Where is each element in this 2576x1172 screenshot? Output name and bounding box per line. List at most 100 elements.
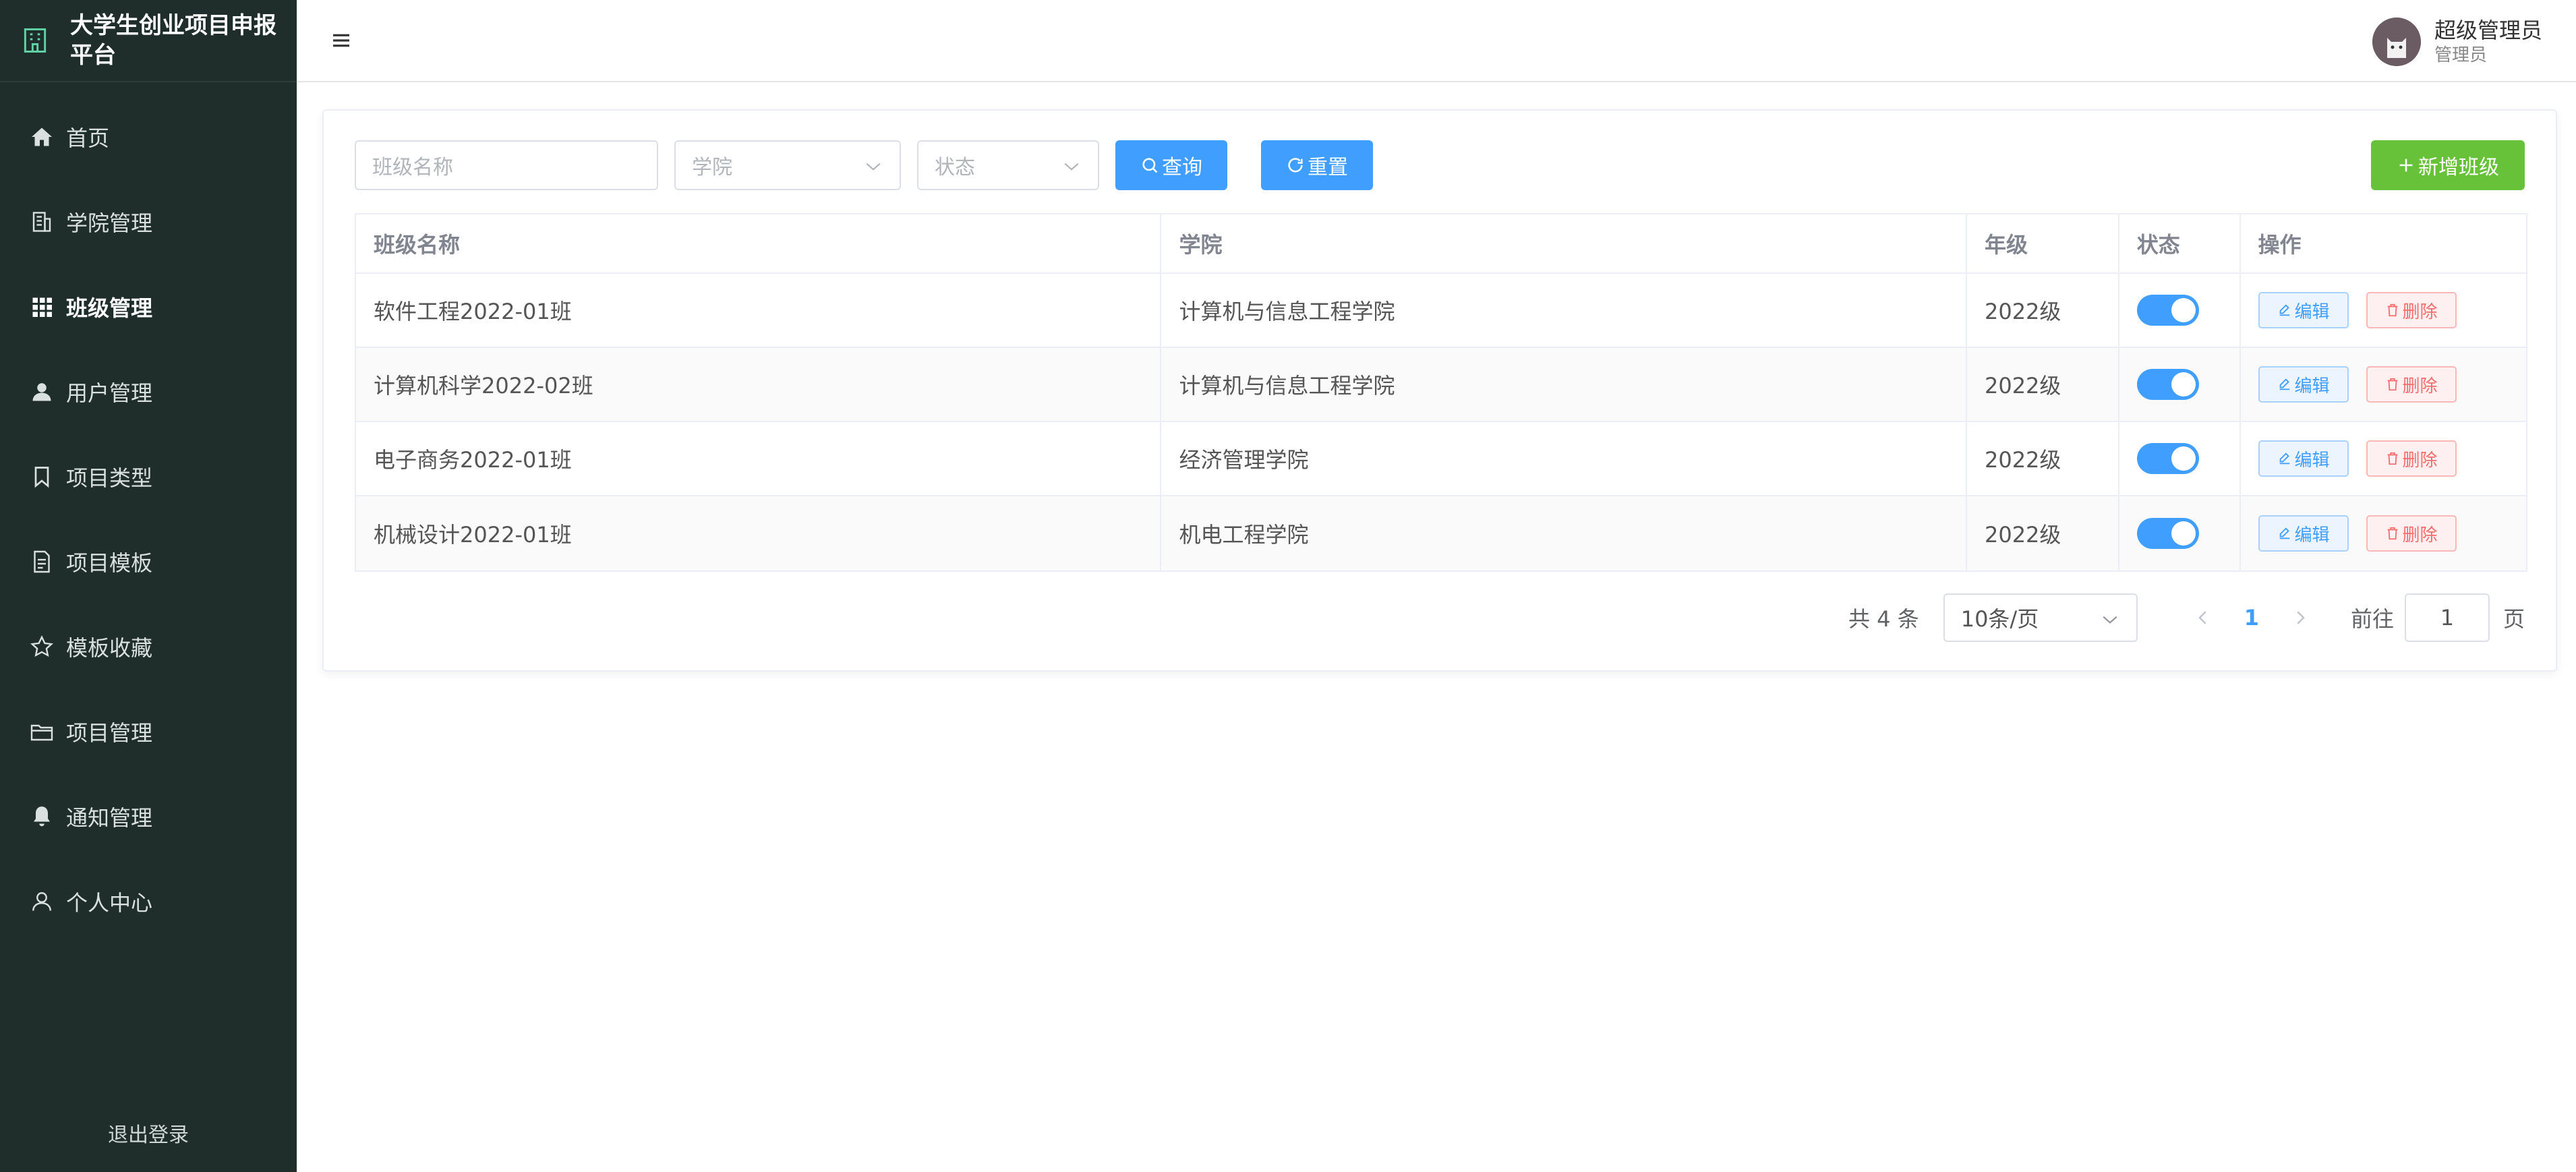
refresh-icon [1288,158,1303,173]
edit-button[interactable]: 编辑 [2258,440,2349,477]
sidebar-item-profile[interactable]: 个人中心 [0,859,297,944]
filter-toolbar: 班级名称 学院 状态 查询 重置 新增班级 [355,140,2525,190]
home-icon [32,127,52,146]
sidebar-item-project-types[interactable]: 项目类型 [0,434,297,519]
edit-icon [2279,527,2289,539]
table-row: 软件工程2022-01班 计算机与信息工程学院 2022级 编辑 删除 [356,274,2526,348]
sidebar-item-label: 项目模板 [66,550,153,576]
query-button[interactable]: 查询 [1115,140,1227,190]
sidebar-item-users[interactable]: 用户管理 [0,349,297,434]
delete-button[interactable]: 删除 [2366,366,2457,403]
app-root: 大学生创业项目申报平台 首页 学院管理 班级管理 用户管理 项目类型 项目模板 … [0,0,2576,1172]
current-page-number[interactable]: 1 [2244,605,2259,631]
bell-icon [34,807,50,827]
column-header-actions: 操作 [2258,232,2302,258]
college-cell: 机电工程学院 [1161,496,1967,570]
edit-button[interactable]: 编辑 [2258,292,2349,328]
status-cell [2119,348,2241,421]
grid-icon [32,297,52,317]
trash-icon [2387,303,2397,317]
status-cell [2119,496,2241,570]
document-icon [34,550,50,573]
table-header: 班级名称 学院 年级 状态 操作 [356,214,2526,274]
user-role: 管理员 [2434,45,2487,65]
chevron-down-icon [1064,163,1079,171]
query-button-label: 查询 [1162,156,1202,179]
add-class-button[interactable]: 新增班级 [2371,140,2525,190]
edit-button[interactable]: 编辑 [2258,366,2349,403]
search-icon [1142,158,1158,173]
class-name-cell: 机械设计2022-01班 [356,496,1162,570]
user-menu[interactable]: 超级管理员 管理员 [2372,15,2542,69]
toggle-knob [2171,446,2196,471]
class-name-cell: 电子商务2022-01班 [356,422,1162,495]
status-toggle[interactable] [2136,443,2199,474]
college-cell: 经济管理学院 [1161,422,1967,495]
plus-icon [2399,158,2413,172]
building-icon [32,212,51,232]
user-name: 超级管理员 [2434,18,2542,43]
delete-label: 删除 [2402,376,2438,397]
status-toggle[interactable] [2136,369,2199,400]
grade-cell: 2022级 [1967,274,2119,347]
status-placeholder: 状态 [935,156,975,179]
sidebar-item-classes[interactable]: 班级管理 [0,264,297,349]
status-toggle[interactable] [2136,295,2199,326]
logout-link[interactable]: 退出登录 [0,1118,297,1148]
app-title: 大学生创业项目申报平台 [70,12,276,69]
page-size-select[interactable]: 10条/页 [1943,593,2138,642]
column-header-status: 状态 [2119,214,2241,272]
sidebar-item-template-favorites[interactable]: 模板收藏 [0,604,297,689]
chevron-down-icon [2103,616,2117,624]
edit-button[interactable]: 编辑 [2258,515,2349,552]
add-class-button-label: 新增班级 [2418,156,2499,179]
sidebar-item-label: 项目类型 [66,465,153,491]
edit-icon [2279,378,2289,390]
star-icon [30,635,53,657]
cat-avatar-icon [2372,18,2421,66]
edit-label: 编辑 [2294,301,2330,322]
next-page-icon[interactable] [2290,608,2310,628]
prev-page-icon[interactable] [2193,608,2213,628]
edit-icon [2279,304,2289,316]
edit-label: 编辑 [2294,450,2330,471]
sidebar-item-notifications[interactable]: 通知管理 [0,774,297,859]
sidebar-item-label: 个人中心 [66,890,153,916]
delete-button[interactable]: 删除 [2366,440,2457,477]
page-suffix: 页 [2502,606,2525,632]
page-size-value: 10条/页 [1960,606,2039,632]
grade-cell: 2022级 [1967,496,2119,570]
column-header-college: 学院 [1161,214,1967,272]
edit-label: 编辑 [2294,525,2330,546]
avatar [2372,18,2421,66]
class-name-placeholder: 班级名称 [372,156,453,179]
goto-page-input[interactable]: 1 [2404,593,2490,642]
sidebar-item-label: 模板收藏 [66,635,153,661]
menu-toggle-icon[interactable] [330,30,352,51]
sidebar-item-home[interactable]: 首页 [0,94,297,179]
goto-label: 前往 [2350,606,2394,632]
trash-icon [2387,452,2397,465]
sidebar-item-label: 通知管理 [66,805,153,831]
college-cell: 计算机与信息工程学院 [1161,274,1967,347]
bookmark-icon [34,467,49,488]
table-row: 计算机科学2022-02班 计算机与信息工程学院 2022级 编辑 删除 [356,348,2526,422]
status-select[interactable]: 状态 [917,140,1099,190]
column-header-class-name: 班级名称 [356,214,1162,272]
user-info: 超级管理员 管理员 [2434,17,2542,67]
reset-button[interactable]: 重置 [1261,140,1373,190]
status-toggle[interactable] [2136,518,2199,549]
delete-button[interactable]: 删除 [2366,515,2457,552]
college-select[interactable]: 学院 [674,140,901,190]
brand: 大学生创业项目申报平台 [0,0,297,82]
sidebar-item-projects[interactable]: 项目管理 [0,689,297,774]
sidebar-item-label: 用户管理 [66,380,153,406]
college-cell: 计算机与信息工程学院 [1161,348,1967,421]
sidebar-item-colleges[interactable]: 学院管理 [0,179,297,264]
class-name-input[interactable]: 班级名称 [355,140,658,190]
status-cell [2119,422,2241,495]
delete-button[interactable]: 删除 [2366,292,2457,328]
toggle-knob [2171,372,2196,397]
sidebar-item-project-templates[interactable]: 项目模板 [0,519,297,604]
class-name-cell: 软件工程2022-01班 [356,274,1162,347]
